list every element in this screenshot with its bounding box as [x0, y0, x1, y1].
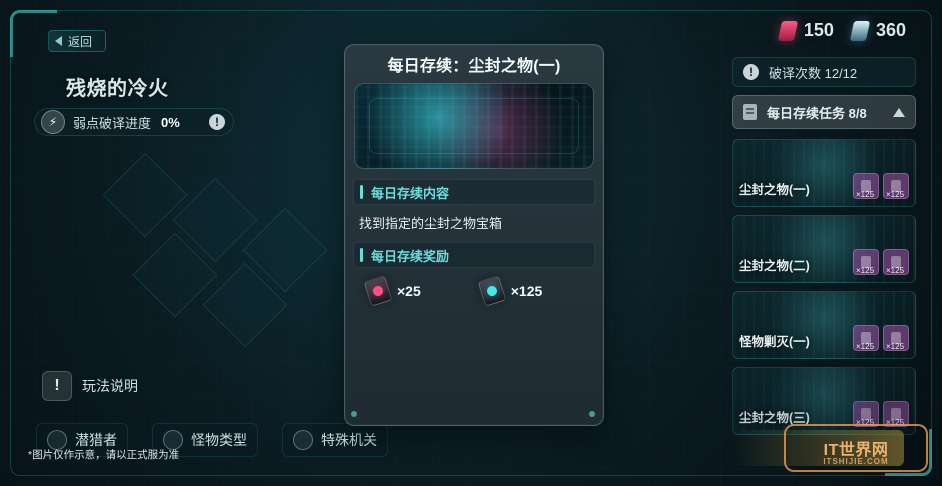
currency-bar: 150 360	[777, 20, 906, 41]
info-icon[interactable]: !	[209, 114, 225, 130]
back-arrow-icon	[55, 36, 62, 46]
right-panel: ! 破译次数 12/12 每日存续任务 8/8 尘封之物(一) ×125 ×12…	[732, 57, 916, 477]
task-rewards: ×125 ×125	[853, 249, 909, 275]
info-icon: !	[743, 64, 759, 80]
pink-token-icon	[363, 275, 393, 307]
reward-thumb: ×125	[883, 249, 909, 275]
section-bar-icon	[360, 185, 363, 199]
weakness-progress-label: 弱点破译进度	[73, 115, 152, 131]
reward-thumb-value: ×125	[856, 190, 875, 199]
task-card[interactable]: 怪物剿灭(一) ×125 ×125	[732, 291, 916, 359]
section-rewards: 每日存续奖励 ×25 ×125	[345, 242, 603, 307]
watermark-sub: ITSHIJIE.COM	[823, 457, 889, 466]
task-rewards: ×125 ×125	[853, 173, 909, 199]
section-rewards-title: 每日存续奖励	[371, 248, 450, 264]
reward-thumb: ×125	[883, 325, 909, 351]
reward-thumb: ×125	[883, 173, 909, 199]
section-content-header: 每日存续内容	[353, 179, 595, 205]
task-detail-modal: 每日存续：尘封之物(一) 每日存续内容 找到指定的尘封之物宝箱 每日存续奖励 ×…	[344, 44, 604, 426]
reward-item: ×125	[477, 275, 543, 307]
task-preview-image	[354, 83, 594, 169]
back-label: 返回	[68, 34, 93, 49]
task-name: 尘封之物(一)	[739, 183, 810, 197]
reward-thumb-value: ×125	[856, 342, 875, 351]
reward-thumb-value: ×125	[886, 342, 905, 351]
task-card[interactable]: 尘封之物(二) ×125 ×125	[732, 215, 916, 283]
back-button[interactable]: 返回	[48, 30, 106, 52]
collapse-icon	[893, 107, 905, 117]
exclamation-icon: !	[42, 371, 72, 401]
currency-white: 360	[849, 20, 906, 41]
white-crystal-icon	[849, 20, 871, 41]
decrypt-count-label: 破译次数 12/12	[769, 65, 858, 81]
daily-task-list: 尘封之物(一) ×125 ×125 尘封之物(二) ×125 ×125 怪物剿灭…	[732, 139, 916, 435]
reward-thumb-value: ×125	[886, 190, 905, 199]
currency-pink: 150	[777, 20, 834, 41]
tab-special-mechanism-label: 特殊机关	[321, 432, 377, 448]
tab-monster-type-label: 怪物类型	[191, 432, 247, 448]
reward-thumb-value: ×125	[886, 266, 905, 275]
reward-list: ×25 ×125	[353, 268, 595, 307]
daily-task-label: 每日存续任务 8/8	[767, 105, 867, 121]
reward-thumb: ×125	[853, 173, 879, 199]
tab-special-mechanism[interactable]: 特殊机关	[282, 423, 388, 457]
section-content: 每日存续内容 找到指定的尘封之物宝箱	[345, 179, 603, 232]
reward-thumb: ×125	[853, 325, 879, 351]
daily-task-toggle[interactable]: 每日存续任务 8/8	[732, 95, 916, 129]
disclaimer-text: *图片仅作示意，请以正式服为准	[28, 449, 180, 461]
section-content-title: 每日存续内容	[371, 185, 450, 201]
task-rewards: ×125 ×125	[853, 325, 909, 351]
special-mechanism-icon	[293, 430, 313, 450]
task-name: 怪物剿灭(一)	[739, 335, 810, 349]
map-decor	[95, 152, 345, 375]
cyan-token-icon	[477, 275, 507, 307]
currency-pink-value: 150	[803, 20, 834, 40]
map-tile	[102, 152, 188, 238]
stage-title: 残烧的冷火	[66, 78, 169, 100]
reward-thumb-value: ×125	[856, 266, 875, 275]
task-name: 尘封之物(二)	[739, 259, 810, 273]
pink-crystal-icon	[777, 20, 799, 41]
decrypt-count: ! 破译次数 12/12	[732, 57, 916, 87]
watermark-logo: IT世界网 ITSHIJIE.COM	[784, 424, 928, 472]
section-bar-icon	[360, 248, 363, 262]
lightning-icon: ⚡	[41, 110, 65, 134]
weakness-progress-value: 0%	[161, 114, 180, 130]
reward-count: ×125	[510, 283, 543, 299]
reward-item: ×25	[363, 275, 421, 307]
modal-title: 每日存续：尘封之物(一)	[387, 58, 561, 75]
section-rewards-header: 每日存续奖励	[353, 242, 595, 268]
reward-thumb: ×125	[853, 249, 879, 275]
task-card[interactable]: 尘封之物(一) ×125 ×125	[732, 139, 916, 207]
section-content-text: 找到指定的尘封之物宝箱	[359, 216, 503, 231]
document-icon	[743, 104, 757, 120]
weakness-progress: ⚡ 弱点破译进度 0% !	[34, 108, 234, 136]
help-label: 玩法说明	[82, 378, 138, 394]
help-button[interactable]: ! 玩法说明	[42, 371, 138, 401]
reward-count: ×25	[397, 283, 421, 299]
currency-white-value: 360	[875, 20, 906, 40]
